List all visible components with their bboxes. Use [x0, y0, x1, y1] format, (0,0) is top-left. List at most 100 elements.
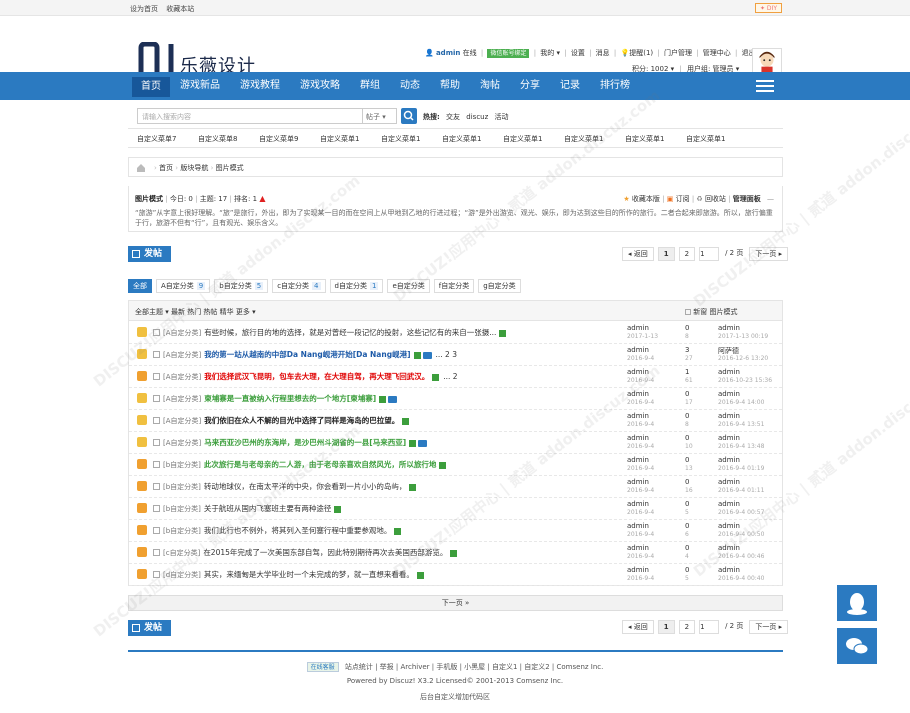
favorite-link[interactable]: 收藏本站: [166, 5, 194, 13]
thread-title[interactable]: 其实，来缅甸是大学毕业时一个未完成的梦，就一直想来看看。: [204, 570, 414, 579]
thread-checkbox[interactable]: [153, 373, 160, 380]
last-poster[interactable]: admin: [718, 478, 740, 486]
last-post-date[interactable]: 2016-10-23 15:36: [718, 377, 772, 384]
last-poster[interactable]: admin: [718, 434, 740, 442]
my-menu[interactable]: 我的: [540, 49, 554, 57]
custom-menu-item[interactable]: 自定义菜单7: [137, 134, 176, 144]
thread-icon[interactable]: [137, 437, 147, 447]
last-post-date[interactable]: 2016-9-4 00:57: [718, 509, 764, 516]
messages-link[interactable]: 消息: [596, 49, 610, 57]
last-poster[interactable]: admin: [718, 368, 740, 376]
thread-icon[interactable]: [137, 393, 147, 403]
custom-menu-item[interactable]: 自定义菜单1: [686, 134, 725, 144]
nav-item[interactable]: 动态: [390, 72, 430, 100]
thread-category[interactable]: [A自定分类]: [163, 373, 201, 381]
thread-author[interactable]: admin: [627, 434, 649, 442]
last-post-date[interactable]: 2016-9-4 13:48: [718, 443, 764, 450]
thread-title[interactable]: 我们依旧在众人不解的目光中选择了同样是海岛的巴拉望。: [204, 416, 399, 425]
thread-icon[interactable]: [137, 327, 147, 337]
thread-checkbox[interactable]: [153, 571, 160, 578]
thread-title[interactable]: 柬埔寨是一直被纳入行程里想去的一个地方[柬埔寨]: [204, 394, 376, 403]
breadcrumb-current[interactable]: 图片模式: [216, 164, 244, 172]
thread-category[interactable]: [d自定分类]: [163, 571, 201, 579]
type-filter[interactable]: b自定分类 5: [214, 279, 269, 293]
new-post-button[interactable]: 发帖: [128, 246, 171, 262]
thread-title[interactable]: 我的第一站从越南的中部Da Nang岘港开始[Da Nang岘港]: [204, 350, 410, 359]
thread-title[interactable]: 马来西亚沙巴州的东海岸，是沙巴州斗湖省的一县[马来西亚]: [204, 438, 406, 447]
portal-link[interactable]: 门户管理: [664, 49, 692, 57]
thread-checkbox[interactable]: [153, 329, 160, 336]
thread-title[interactable]: 在2015年完成了一次美国东部自驾，因此特别期待再次去美国西部游览。: [203, 548, 447, 557]
wechat-service-button[interactable]: [837, 628, 877, 664]
nav-item[interactable]: 首页: [132, 77, 170, 97]
thread-icon[interactable]: [137, 547, 147, 557]
nav-item[interactable]: 游戏新品: [170, 72, 230, 100]
thread-category[interactable]: [c自定分类]: [163, 549, 200, 557]
custom-menu-item[interactable]: 自定义菜单1: [564, 134, 603, 144]
last-poster[interactable]: admin: [718, 500, 740, 508]
reminders-link[interactable]: 提醒(1): [629, 49, 653, 57]
settings-link[interactable]: 设置: [571, 49, 585, 57]
thread-icon[interactable]: [137, 349, 147, 359]
thread-author[interactable]: admin: [627, 522, 649, 530]
thread-title[interactable]: 此次旅行是与老母亲的二人游，由于老母亲喜欢自然风光，所以旅行地: [204, 460, 437, 469]
last-post-date[interactable]: 2016-9-4 00:50: [718, 531, 764, 538]
nav-item[interactable]: 游戏教程: [230, 72, 290, 100]
last-poster[interactable]: admin: [718, 522, 740, 530]
pager-page-1[interactable]: 1: [657, 247, 675, 261]
type-filter[interactable]: f自定分类: [433, 279, 475, 293]
pager-next[interactable]: 下一页 ▸: [749, 247, 789, 261]
thread-title[interactable]: 关于航班从国内飞塞班主要有两种途径: [204, 504, 332, 513]
custom-menu-item[interactable]: 自定义菜单1: [442, 134, 481, 144]
thread-author[interactable]: admin: [627, 566, 649, 574]
last-post-date[interactable]: 2017-1-13 00:19: [718, 333, 768, 340]
nav-item[interactable]: 群组: [350, 72, 390, 100]
last-post-date[interactable]: 2016-9-4 13:51: [718, 421, 764, 428]
thread-checkbox[interactable]: [153, 549, 160, 556]
thread-author[interactable]: admin: [627, 390, 649, 398]
custom-menu-item[interactable]: 自定义菜单1: [503, 134, 542, 144]
thread-filters[interactable]: 全部主题 ▾ 最新 热门 热帖 精华 更多 ▾: [135, 307, 256, 317]
set-home-link[interactable]: 设为首页: [130, 5, 158, 13]
thread-icon[interactable]: [137, 569, 147, 579]
nav-item[interactable]: 游戏攻略: [290, 72, 350, 100]
search-button[interactable]: [401, 108, 417, 124]
custom-menu-item[interactable]: 自定义菜单1: [320, 134, 359, 144]
nav-item[interactable]: 记录: [550, 72, 590, 100]
last-post-date[interactable]: 2016-9-4 14:00: [718, 399, 764, 406]
home-icon[interactable]: [136, 163, 146, 172]
new-post-button-bottom[interactable]: 发帖: [128, 620, 171, 636]
last-poster[interactable]: admin: [718, 412, 740, 420]
recycle-link[interactable]: 回收站: [705, 195, 726, 203]
thread-category[interactable]: [b自定分类]: [163, 461, 201, 469]
pager-page-2[interactable]: 2: [678, 247, 696, 261]
nav-item[interactable]: 帮助: [430, 72, 470, 100]
last-poster[interactable]: admin: [718, 324, 740, 332]
last-poster[interactable]: admin: [718, 566, 740, 574]
search-input[interactable]: 请输入搜索内容: [137, 108, 363, 124]
next-page-button[interactable]: 下一页 »: [128, 595, 783, 611]
thread-category[interactable]: [b自定分类]: [163, 527, 201, 535]
custom-menu-item[interactable]: 自定义菜单9: [259, 134, 298, 144]
thread-checkbox[interactable]: [153, 351, 160, 358]
thread-author[interactable]: admin: [627, 456, 649, 464]
thread-checkbox[interactable]: [153, 505, 160, 512]
rss-link[interactable]: 订阅: [676, 195, 690, 203]
thread-checkbox[interactable]: [153, 417, 160, 424]
username-link[interactable]: admin: [436, 49, 460, 57]
breadcrumb-home[interactable]: 首页: [159, 164, 173, 172]
more-icon[interactable]: —: [767, 195, 774, 203]
thread-category[interactable]: [A自定分类]: [163, 351, 201, 359]
thread-icon[interactable]: [137, 481, 147, 491]
thread-author[interactable]: admin: [627, 500, 649, 508]
type-filter[interactable]: 全部: [128, 279, 152, 293]
type-filter[interactable]: A自定分类 9: [156, 279, 211, 293]
thread-category[interactable]: [A自定分类]: [163, 417, 201, 425]
menu-icon[interactable]: [756, 80, 774, 92]
thread-category[interactable]: [A自定分类]: [163, 395, 201, 403]
hot-search-item[interactable]: 活动: [495, 113, 509, 121]
thread-checkbox[interactable]: [153, 527, 160, 534]
admin-center-link[interactable]: 管理中心: [703, 49, 731, 57]
nav-item[interactable]: 分享: [510, 72, 550, 100]
custom-menu-item[interactable]: 自定义菜单8: [198, 134, 237, 144]
